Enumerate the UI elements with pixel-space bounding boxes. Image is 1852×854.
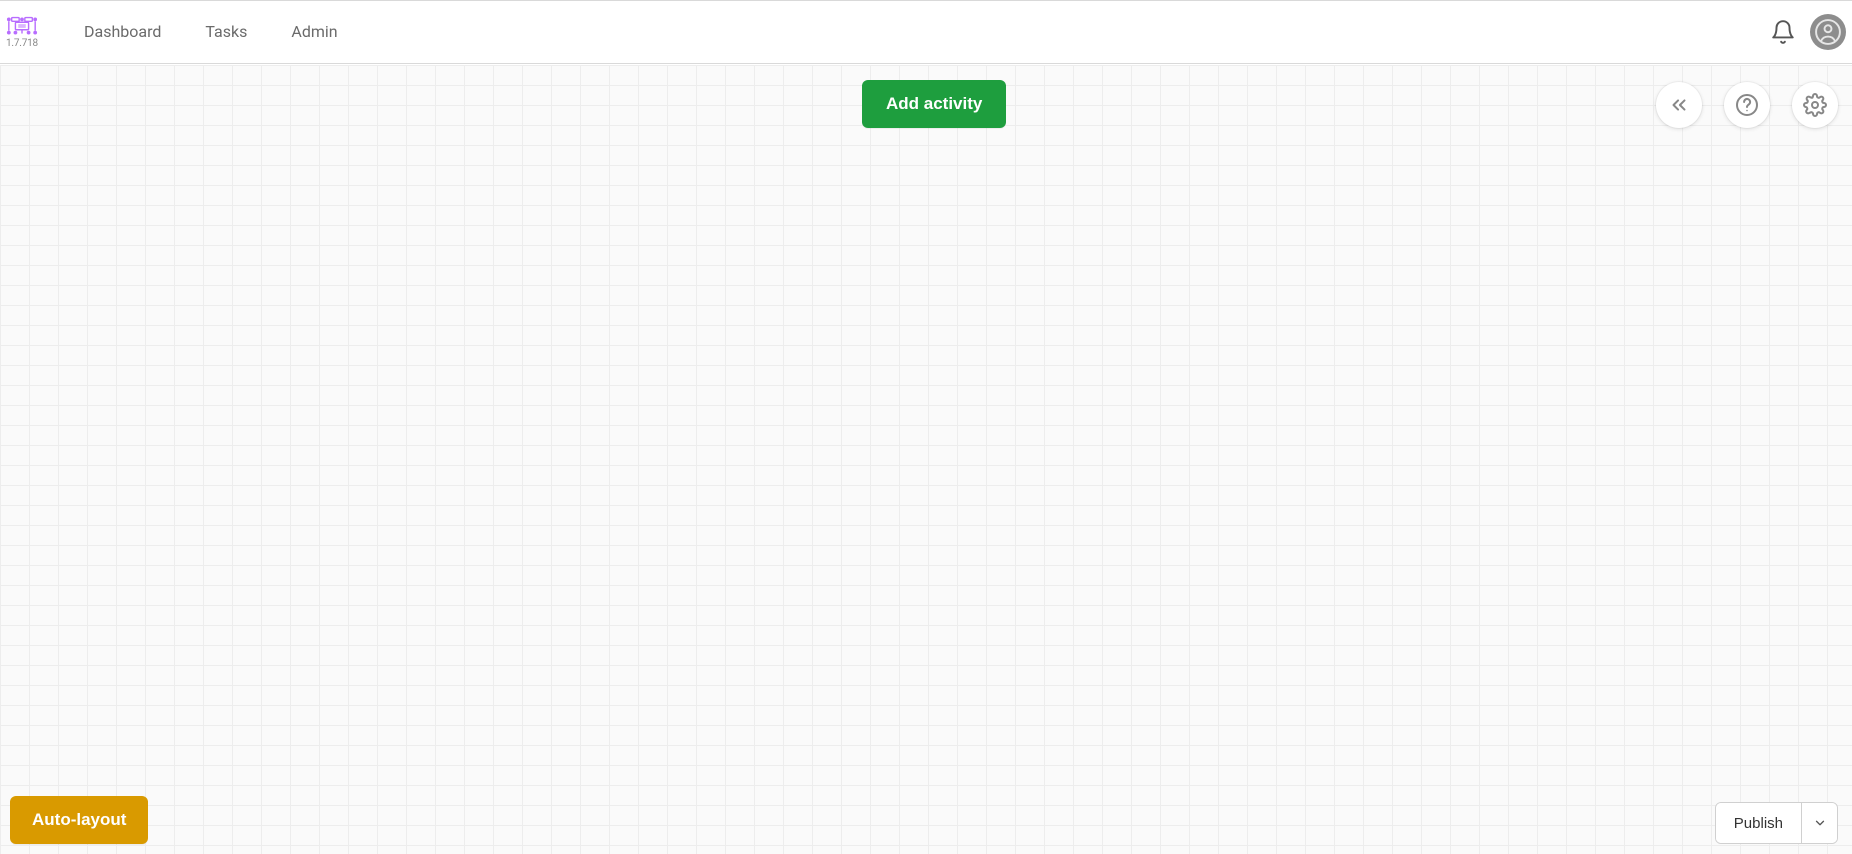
publish-button[interactable]: Publish xyxy=(1716,803,1801,843)
workflow-canvas[interactable] xyxy=(0,65,1852,854)
version-label: 1.7.718 xyxy=(6,38,38,49)
auto-layout-button[interactable]: Auto-layout xyxy=(10,796,148,844)
settings-button[interactable] xyxy=(1792,82,1838,128)
nav-item-admin[interactable]: Admin xyxy=(269,0,359,64)
add-activity-button[interactable]: Add activity xyxy=(862,80,1006,128)
logo-icon xyxy=(6,16,38,36)
nav-item-tasks[interactable]: Tasks xyxy=(183,0,269,64)
canvas-toolbar xyxy=(1656,82,1838,128)
nav-item-dashboard[interactable]: Dashboard xyxy=(62,0,183,64)
gear-icon xyxy=(1803,93,1827,117)
chevron-down-icon xyxy=(1813,816,1827,830)
publish-dropdown-button[interactable] xyxy=(1801,803,1837,843)
double-chevron-left-icon xyxy=(1668,94,1690,116)
collapse-panel-button[interactable] xyxy=(1656,82,1702,128)
user-avatar[interactable] xyxy=(1810,14,1846,50)
help-icon xyxy=(1735,93,1759,117)
bell-icon[interactable] xyxy=(1768,17,1798,47)
logo-block[interactable]: 1.7.718 xyxy=(6,16,38,49)
help-button[interactable] xyxy=(1724,82,1770,128)
publish-split-button: Publish xyxy=(1715,802,1838,844)
topbar-right xyxy=(1768,14,1852,50)
top-bar: 1.7.718 Dashboard Tasks Admin xyxy=(0,0,1852,64)
main-nav: Dashboard Tasks Admin xyxy=(62,0,360,64)
